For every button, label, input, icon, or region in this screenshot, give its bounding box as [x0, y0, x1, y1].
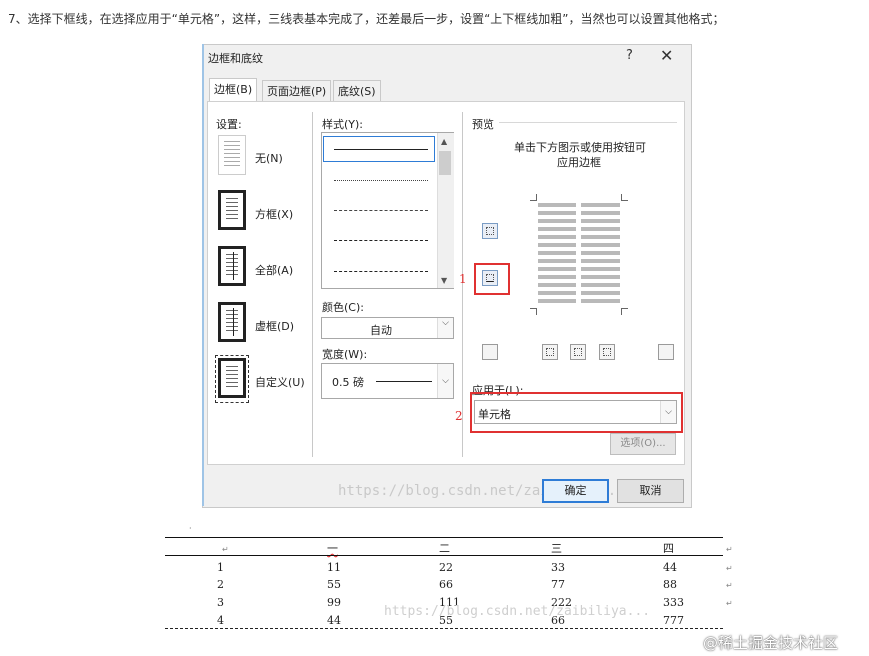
ok-button[interactable]: 确定 [542, 479, 609, 503]
right-border-icon[interactable] [599, 344, 615, 360]
style-dash-small[interactable] [334, 210, 428, 211]
table-cell: 2 [217, 578, 224, 591]
table-header-cell: 一 [327, 542, 338, 555]
instruction-text: 7、选择下框线，在选择应用于“单元格”，这样，三线表基本完成了，还差最后一步，设… [8, 12, 725, 26]
chevron-down-icon: ⌵ [437, 364, 453, 398]
width-sample-line [376, 381, 432, 382]
return-mark: ↵ [726, 599, 733, 608]
close-icon[interactable]: ✕ [660, 46, 673, 65]
table-cell: 1 [217, 561, 224, 574]
help-button[interactable]: ? [626, 48, 633, 63]
setting-all-icon[interactable] [218, 246, 246, 286]
preview-label: 预览 [472, 118, 494, 131]
table-cell: 88 [663, 578, 677, 591]
preview-column-gap [576, 203, 581, 303]
setting-grid-label[interactable]: 虚框(D) [255, 318, 294, 334]
preview-hint-2: 应用边框 [557, 156, 601, 169]
setting-custom-icon[interactable] [218, 358, 246, 398]
return-mark: ↵ [726, 564, 733, 573]
preview-corner [530, 308, 537, 315]
annotation-1: 1 [459, 272, 467, 286]
style-solid[interactable] [334, 149, 428, 150]
table-cell: 33 [551, 561, 565, 574]
table-header-cell: 四 [663, 542, 674, 555]
annotation-2: 2 [455, 409, 463, 423]
setting-none-label[interactable]: 无(N) [255, 150, 283, 166]
cursor-mark: · [189, 524, 192, 533]
preview-rule [499, 122, 677, 123]
setting-all-label[interactable]: 全部(A) [255, 262, 293, 278]
style-dash-large[interactable] [334, 240, 428, 241]
preview-corner [621, 194, 628, 201]
color-label: 颜色(C): [322, 301, 364, 314]
tab-page-border[interactable]: 页面边框(P) [262, 80, 332, 102]
return-mark: ↵ [726, 581, 733, 590]
options-button[interactable]: 选项(O)... [610, 433, 676, 455]
style-dash-dot[interactable] [334, 271, 428, 272]
style-dotted[interactable] [334, 180, 428, 181]
table-cell: 22 [439, 561, 453, 574]
table-cell: 44 [663, 561, 677, 574]
tab-shading[interactable]: 底纹(S) [333, 80, 381, 102]
table-cell: 777 [663, 614, 684, 627]
setting-custom-label[interactable]: 自定义(U) [255, 374, 305, 390]
table-top-rule [165, 537, 723, 538]
width-label: 宽度(W): [322, 348, 368, 361]
cancel-button[interactable]: 取消 [617, 479, 684, 503]
table-cell: 66 [439, 578, 453, 591]
dialog-edge [202, 44, 204, 506]
scroll-up-icon[interactable]: ▲ [441, 137, 447, 146]
table-bottom-rule [165, 628, 723, 630]
table-header-cell: 二 [439, 542, 450, 555]
scroll-thumb[interactable] [439, 151, 451, 175]
table-cell: 4 [217, 614, 224, 627]
setting-none-icon[interactable] [218, 135, 246, 175]
table-cell: 3 [217, 596, 224, 609]
preview-hint: 单击下方图示或使用按钮可 [514, 141, 646, 154]
color-value: 自动 [370, 324, 392, 337]
watermark: https://blog.csdn.net/zaibiliya... [384, 604, 651, 619]
preview-corner [621, 308, 628, 315]
preview-corner [530, 194, 537, 201]
table-cell: 11 [327, 561, 341, 574]
highlight-box-2 [470, 392, 683, 433]
left-border-icon[interactable] [542, 344, 558, 360]
tab-borders[interactable]: 边框(B) [209, 78, 258, 102]
table-cell: 44 [327, 614, 341, 627]
settings-label: 设置: [216, 118, 242, 131]
setting-box-icon[interactable] [218, 190, 246, 230]
diagonal-up-border-icon[interactable] [482, 344, 498, 360]
setting-grid-icon[interactable] [218, 302, 246, 342]
return-mark: ↵ [222, 545, 229, 554]
table-cell: 333 [663, 596, 684, 609]
table-header-cell: 三 [551, 542, 562, 555]
table-cell: 77 [551, 578, 565, 591]
color-select[interactable]: 自动 ⌵ [321, 317, 454, 339]
return-mark: ↵ [726, 545, 733, 554]
diagonal-down-border-icon[interactable] [658, 344, 674, 360]
brand-watermark: @稀土掘金技术社区 [703, 634, 839, 652]
setting-box-label[interactable]: 方框(X) [255, 206, 293, 222]
table-header-rule [165, 555, 723, 556]
table-cell: 55 [327, 578, 341, 591]
highlight-box-1 [474, 263, 510, 295]
inside-vertical-border-icon[interactable] [570, 344, 586, 360]
separator [312, 112, 313, 457]
style-label: 样式(Y): [322, 118, 364, 131]
width-value: 0.5 磅 [332, 376, 364, 389]
dialog-title: 边框和底纹 [208, 52, 263, 65]
chevron-down-icon: ⌵ [437, 318, 453, 338]
top-border-button[interactable] [482, 223, 498, 239]
scroll-down-icon[interactable]: ▼ [441, 276, 447, 285]
table-cell: 99 [327, 596, 341, 609]
width-select[interactable]: 0.5 磅 ⌵ [321, 363, 454, 399]
